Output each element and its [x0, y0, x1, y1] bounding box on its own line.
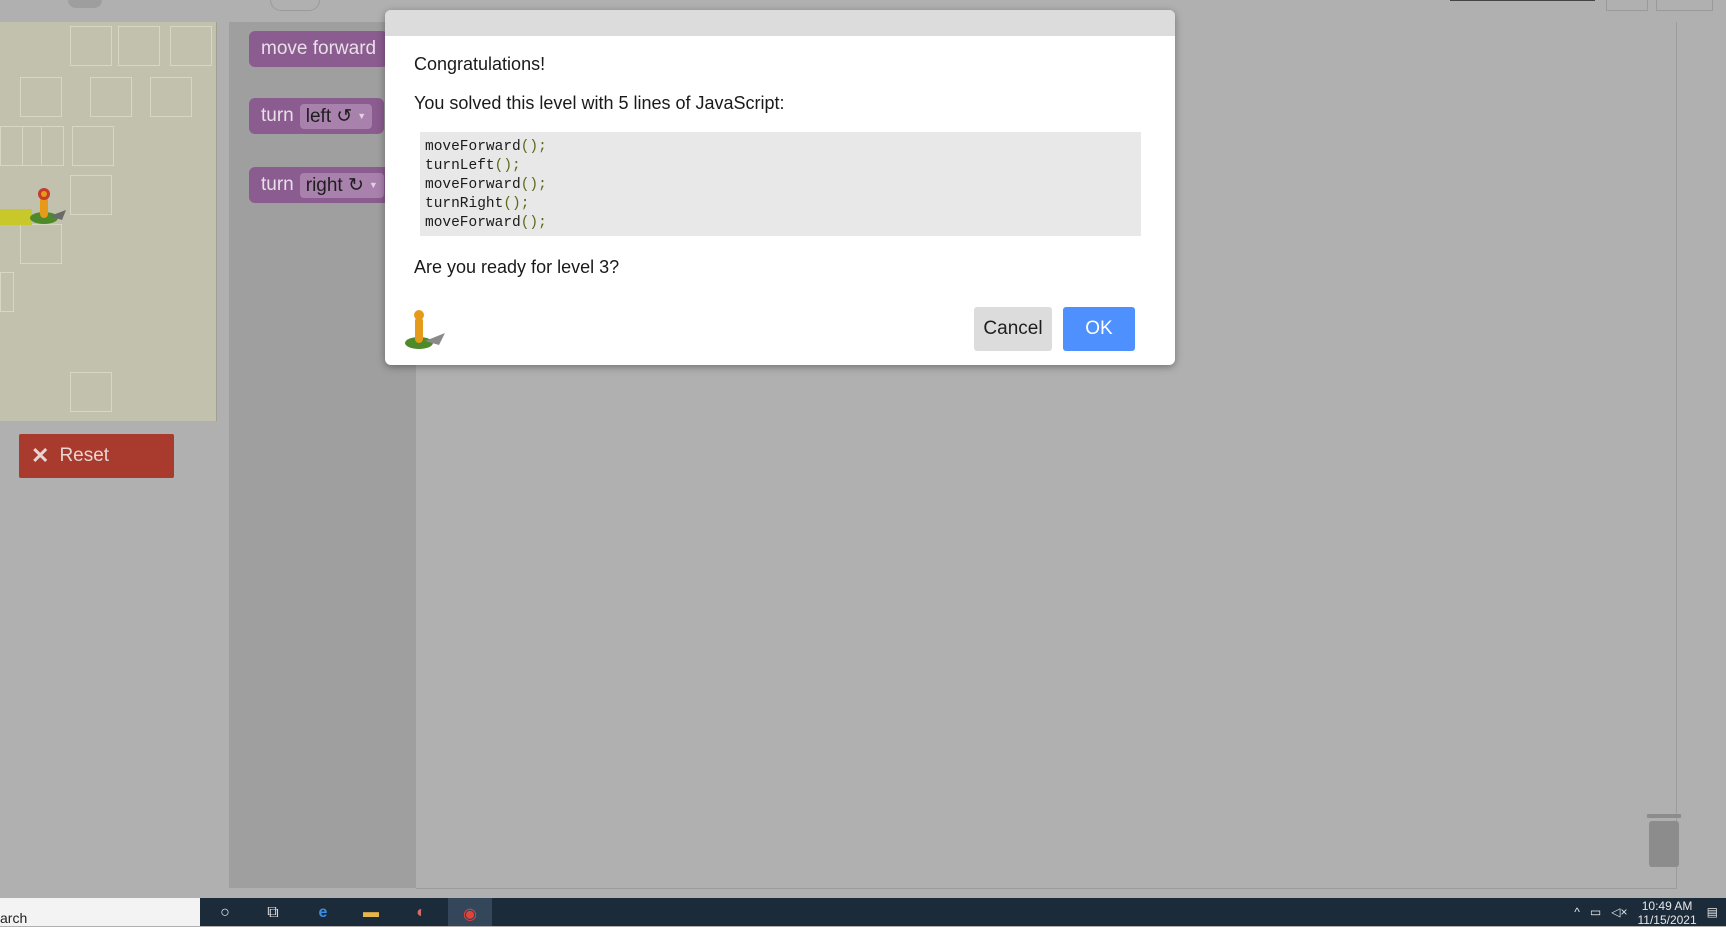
code-line: moveForward();	[425, 176, 1136, 195]
code-punctuation: ();	[494, 158, 521, 174]
maze-wall-tile	[150, 77, 192, 117]
dropdown-value: right ↻	[305, 174, 364, 196]
reset-button[interactable]: ✕ Reset	[19, 434, 174, 478]
turn-right-block[interactable]: turn right ↻ ▼	[249, 167, 396, 203]
maze-wall-tile	[70, 372, 112, 412]
pegman-icon	[405, 310, 445, 349]
paint-icon[interactable]: ◐	[410, 904, 432, 924]
maze-wall-tile	[70, 26, 112, 66]
task-view-icon[interactable]: ⧉	[262, 904, 284, 924]
code-line: moveForward();	[425, 214, 1136, 233]
block-label: move forward	[261, 38, 377, 59]
cancel-button[interactable]: Cancel	[974, 307, 1052, 351]
top-bar-control[interactable]	[1450, 0, 1595, 1]
block-keyword: turn	[261, 174, 294, 195]
maze-wall-tile	[20, 224, 62, 264]
code-line: turnLeft();	[425, 157, 1136, 176]
maze-wall-tile	[22, 126, 64, 166]
code-punctuation: ();	[520, 215, 547, 231]
block-keyword: turn	[261, 105, 294, 126]
maze-wall-tile	[0, 272, 14, 312]
dropdown-value: left ↺	[305, 105, 353, 127]
code-line: turnRight();	[425, 195, 1136, 214]
code-function: moveForward	[425, 177, 521, 193]
taskbar: arch ○ ⧉ e ▬ ◐ ◉ ^ ▭ ◁× 10:49 AM 11/15/2…	[0, 898, 1726, 927]
volume-icon[interactable]: ◁×	[1611, 905, 1627, 919]
code-punctuation: ();	[503, 196, 530, 212]
dialog-question: Are you ready for level 3?	[414, 257, 620, 277]
top-bar-control[interactable]	[1606, 0, 1648, 11]
top-bar-control[interactable]	[1656, 0, 1713, 11]
file-explorer-icon[interactable]: ▬	[360, 904, 382, 924]
code-function: turnRight	[425, 196, 504, 212]
network-icon[interactable]: ▭	[1590, 905, 1601, 919]
code-line: moveForward();	[425, 138, 1136, 157]
cortana-icon[interactable]: ○	[214, 904, 236, 924]
maze-wall-tile	[70, 175, 112, 215]
move-forward-block[interactable]: move forward	[249, 31, 389, 67]
chevron-down-icon: ▼	[357, 111, 367, 121]
chevron-down-icon: ▼	[368, 180, 378, 190]
congratulations-dialog: Congratulations! You solved this level w…	[385, 10, 1175, 365]
dialog-title: Congratulations!	[414, 54, 546, 74]
code-punctuation: ();	[520, 177, 547, 193]
reset-label: Reset	[59, 445, 110, 466]
dialog-message: You solved this level with 5 lines of Ja…	[414, 93, 785, 113]
close-icon: ✕	[31, 443, 50, 468]
system-tray: ^ ▭ ◁× 10:49 AM 11/15/2021 ▤	[1574, 898, 1726, 927]
code-box: moveForward(); turnLeft(); moveForward(); t…	[420, 132, 1141, 236]
direction-dropdown[interactable]: right ↻ ▼	[299, 172, 384, 198]
code-function: moveForward	[425, 215, 521, 231]
maze-wall-tile	[20, 77, 62, 117]
dialog-header	[385, 10, 1175, 36]
top-bar-control[interactable]	[68, 0, 102, 8]
code-function: turnLeft	[425, 158, 495, 174]
trash-icon[interactable]	[1645, 814, 1683, 868]
ok-button[interactable]: OK	[1063, 307, 1135, 351]
pegman-icon	[30, 188, 66, 224]
direction-dropdown[interactable]: left ↺ ▼	[299, 103, 373, 129]
maze-wall-tile	[72, 126, 114, 166]
chrome-icon[interactable]: ◉	[448, 898, 492, 926]
maze-wall-tile	[170, 26, 212, 66]
taskbar-search-input[interactable]: arch	[0, 898, 200, 926]
code-function: moveForward	[425, 139, 521, 155]
edge-icon[interactable]: e	[312, 904, 334, 924]
clock-date: 11/15/2021	[1637, 913, 1697, 927]
chevron-up-icon[interactable]: ^	[1574, 905, 1580, 919]
clock[interactable]: 10:49 AM 11/15/2021	[1637, 899, 1696, 927]
clock-time: 10:49 AM	[1641, 899, 1693, 913]
turn-left-block[interactable]: turn left ↺ ▼	[249, 98, 385, 134]
notifications-icon[interactable]: ▤	[1707, 905, 1718, 919]
top-bar-control[interactable]	[270, 0, 320, 11]
maze-panel	[0, 22, 217, 421]
code-punctuation: ();	[520, 139, 547, 155]
maze-wall-tile	[90, 77, 132, 117]
maze-wall-tile	[118, 26, 160, 66]
